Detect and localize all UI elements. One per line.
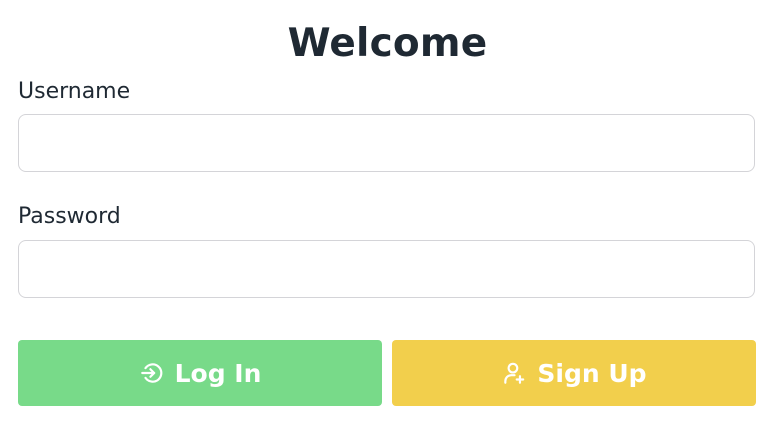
page-title: Welcome — [287, 21, 488, 66]
login-button[interactable]: Log In — [18, 340, 382, 406]
login-button-label: Log In — [174, 358, 262, 388]
password-label: Password — [18, 204, 121, 229]
signup-button-label: Sign Up — [537, 358, 647, 388]
password-input[interactable] — [18, 240, 755, 298]
login-page: Welcome Username Password Log In Sign Up — [0, 0, 775, 424]
login-icon — [139, 360, 165, 386]
user-plus-icon — [501, 360, 527, 386]
signup-button[interactable]: Sign Up — [392, 340, 756, 406]
username-label: Username — [18, 79, 131, 104]
username-input[interactable] — [18, 114, 755, 172]
